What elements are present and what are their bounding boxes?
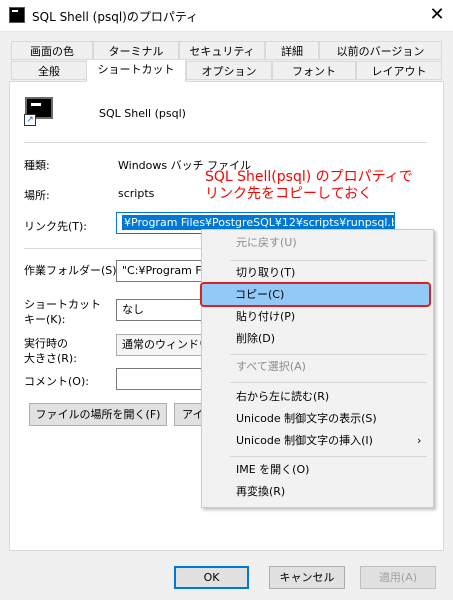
ok-button[interactable]: OK — [174, 566, 249, 589]
menu-separator — [230, 456, 427, 457]
menu-item-select-all[interactable]: すべて選択(A) — [236, 357, 306, 377]
hotkey-label-2: キー(K): — [24, 313, 66, 326]
type-label: 種類: — [24, 159, 50, 172]
menu-item-delete[interactable]: 削除(D) — [236, 329, 275, 349]
window-title: SQL Shell (psql)のプロパティ — [32, 10, 199, 24]
menu-item-insert-unicode[interactable]: Unicode 制御文字の挿入(I) — [236, 431, 373, 451]
open-file-location-button[interactable]: ファイルの場所を開く(F) — [29, 403, 167, 426]
annotation-line-1: SQL Shell(psql) のプロパティで — [205, 169, 413, 185]
tab-shortcut[interactable]: ショートカット — [86, 59, 186, 82]
console-app-icon — [9, 7, 25, 23]
menu-item-cut[interactable]: 切り取り(T) — [236, 263, 295, 283]
close-icon[interactable]: ✕ — [424, 3, 450, 27]
menu-separator — [230, 354, 427, 355]
tab-layout[interactable]: レイアウト — [356, 61, 442, 80]
tab-options[interactable]: オプション — [186, 61, 272, 80]
location-value: scripts — [118, 187, 155, 200]
tab-color[interactable]: 画面の色 — [11, 41, 93, 60]
apply-button[interactable]: 適用(A) — [360, 566, 436, 589]
divider — [24, 142, 427, 143]
hotkey-label-1: ショートカット — [24, 298, 101, 311]
annotation-line-2: リンク先をコピーしておく — [205, 186, 373, 202]
workdir-label: 作業フォルダー(S): — [24, 264, 121, 277]
tab-terminal[interactable]: ターミナル — [93, 41, 179, 60]
comment-label: コメント(O): — [24, 375, 89, 388]
tab-general[interactable]: 全般 — [11, 61, 87, 80]
menu-item-paste[interactable]: 貼り付け(P) — [236, 307, 295, 327]
target-value: ¥Program Files¥PostgreSQL¥12¥scripts¥run… — [122, 215, 394, 230]
tab-security[interactable]: セキュリティ — [179, 41, 265, 60]
shortcut-name: SQL Shell (psql) — [99, 107, 186, 120]
run-label-1: 実行時の — [24, 337, 68, 350]
annotation-highlight-box — [200, 282, 431, 307]
menu-item-ime-open[interactable]: IME を開く(O) — [236, 460, 309, 480]
run-label-2: 大きさ(R): — [24, 352, 77, 365]
tab-font[interactable]: フォント — [272, 61, 356, 80]
menu-separator — [230, 260, 427, 261]
tab-previous-versions[interactable]: 以前のバージョン — [319, 41, 442, 60]
target-label: リンク先(T): — [24, 220, 88, 233]
location-label: 場所: — [24, 189, 50, 202]
menu-separator — [230, 382, 427, 383]
menu-item-show-unicode[interactable]: Unicode 制御文字の表示(S) — [236, 409, 377, 429]
cancel-button[interactable]: キャンセル — [269, 566, 345, 589]
submenu-chevron-icon: › — [417, 434, 422, 447]
menu-item-reconvert[interactable]: 再変換(R) — [236, 482, 285, 502]
shortcut-arrow-icon: ↗ — [24, 114, 36, 126]
context-menu: 元に戻す(U) 切り取り(T) 貼り付け(P) 削除(D) すべて選択(A) 右… — [201, 229, 434, 508]
tab-details[interactable]: 詳細 — [265, 41, 319, 60]
menu-item-right-to-left[interactable]: 右から左に読む(R) — [236, 387, 329, 407]
menu-item-undo[interactable]: 元に戻す(U) — [236, 233, 297, 253]
